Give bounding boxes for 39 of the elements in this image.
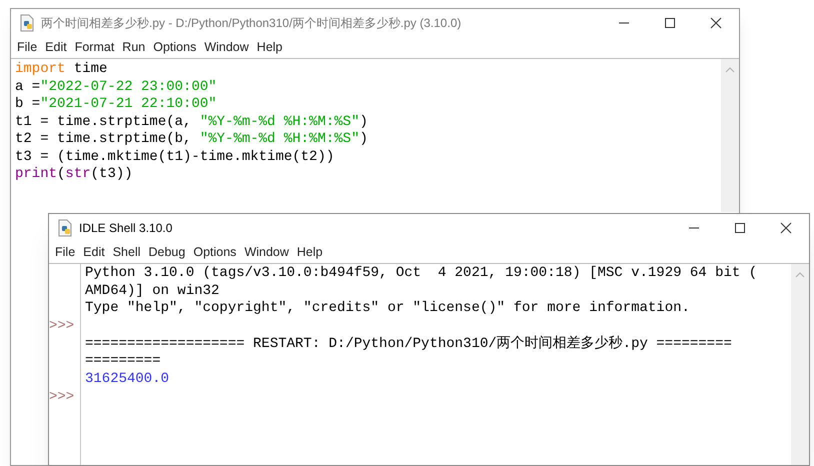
menu-item[interactable]: Format <box>72 38 116 57</box>
menu-item[interactable]: Window <box>242 243 291 262</box>
shell-output: Python 3.10.0 (tags/v3.10.0:b494f59, Oct 4 2021, 19:00:18) [MSC v.1929 64 bit ( <box>85 265 758 281</box>
maximize-icon[interactable] <box>734 222 746 234</box>
code-line: b ="2021-07-21 22:10:00" <box>15 96 217 114</box>
shell-output: AMD64)] on win32 <box>85 282 220 299</box>
python-file-icon <box>19 14 35 32</box>
menu-item[interactable]: File <box>53 243 78 262</box>
code-line: t2 = time.strptime(b, "%Y-%m-%d %H:%M:%S") <box>15 131 368 148</box>
window-title: IDLE Shell 3.10.0 <box>79 220 172 237</box>
close-icon[interactable] <box>780 222 792 234</box>
shell-output: ========= <box>85 353 161 370</box>
python-file-icon <box>57 219 73 237</box>
code-line: t1 = time.strptime(a, "%Y-%m-%d %H:%M:%S") <box>15 114 368 131</box>
shell-prompt: >>> <box>49 318 74 334</box>
code-line: import time <box>15 61 108 78</box>
menu-item[interactable]: Help <box>294 243 325 262</box>
scrollbar[interactable] <box>721 59 739 212</box>
menu-item[interactable]: Options <box>191 243 238 262</box>
menu-item[interactable]: Window <box>202 38 251 57</box>
menu-item[interactable]: Options <box>151 38 198 57</box>
window-title: 两个时间相差多少秒.py - D:/Python/Python310/两个时间相差多少秒.py (3.10.0) <box>41 15 462 32</box>
shell-output: Type "help", "copyright", "credits" or "license()" for more information. <box>85 300 690 316</box>
shell-prompt: >>> <box>49 388 74 405</box>
menu-item[interactable]: Edit <box>81 243 107 262</box>
close-icon[interactable] <box>710 17 722 29</box>
maximize-icon[interactable] <box>664 17 676 29</box>
menu-item[interactable]: File <box>15 38 40 57</box>
code-line: print(str(t3)) <box>15 166 133 184</box>
menu-item[interactable]: Shell <box>110 243 142 262</box>
program-output: 31625400.0 <box>85 371 170 388</box>
menu-item[interactable]: Help <box>254 38 285 57</box>
code-line: t3 = (time.mktime(t1)-time.mktime(t2)) <box>15 148 334 166</box>
menu-item[interactable]: Run <box>120 38 148 57</box>
shell-output: =================== RESTART: D:/Python/Python310/两个时间相差多少秒.py ========= <box>85 336 732 352</box>
menu-item[interactable]: Edit <box>43 38 69 57</box>
code-line: a ="2022-07-22 23:00:00" <box>15 78 217 96</box>
menu-item[interactable]: Debug <box>146 243 188 262</box>
scrollbar[interactable] <box>791 264 809 465</box>
